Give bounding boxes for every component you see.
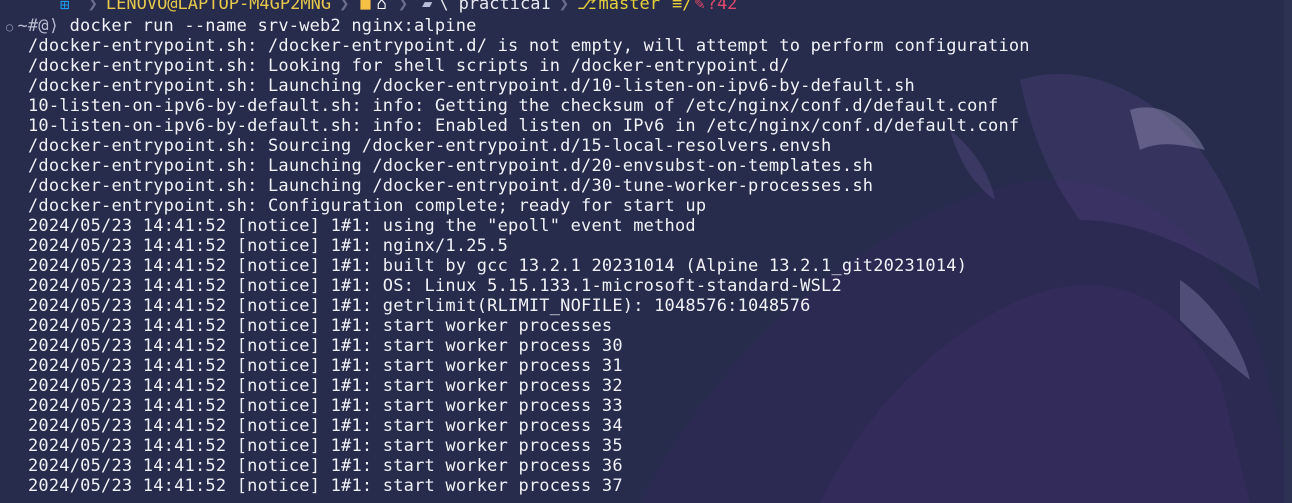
git-status-equal: ≡	[671, 0, 683, 14]
output-line: 10-listen-on-ipv6-by-default.sh: info: E…	[28, 116, 1020, 136]
output-line: 2024/05/23 14:41:52 [notice] 1#1: start …	[28, 376, 623, 396]
output-line: /docker-entrypoint.sh: Launching /docker…	[28, 76, 915, 96]
git-branch: master	[598, 0, 660, 14]
prompt-bar: ⊞ ❯ LENOVO@LAPTOP-M4GP2MNG ❯ ■ ⌂ ❯ ▰ \ p…	[0, 0, 1292, 15]
prompt-ring-icon: ○	[6, 20, 14, 34]
git-untracked-count: ?42	[706, 0, 738, 14]
output-line: 2024/05/23 14:41:52 [notice] 1#1: using …	[28, 216, 696, 236]
prompt-directory: práctica1	[458, 0, 551, 14]
output-line: 2024/05/23 14:41:52 [notice] 1#1: start …	[28, 436, 623, 456]
output-line: 10-listen-on-ipv6-by-default.sh: info: G…	[28, 96, 999, 116]
output-line: 2024/05/23 14:41:52 [notice] 1#1: start …	[28, 456, 623, 476]
output-line: /docker-entrypoint.sh: Sourcing /docker-…	[28, 136, 832, 156]
output-line: 2024/05/23 14:41:52 [notice] 1#1: start …	[28, 316, 613, 336]
output-line: 2024/05/23 14:41:52 [notice] 1#1: start …	[28, 416, 623, 436]
chevron-right-icon: ❯	[339, 0, 350, 14]
windows-icon: ⊞	[60, 0, 70, 14]
prompt-host: LENOVO@LAPTOP-M4GP2MNG	[105, 0, 332, 14]
git-status-separator: /	[682, 0, 693, 14]
output-line: /docker-entrypoint.sh: /docker-entrypoin…	[28, 36, 1030, 56]
folder-icon: ■	[360, 0, 371, 14]
path-separator: \	[438, 0, 449, 14]
output-line: 2024/05/23 14:41:52 [notice] 1#1: nginx/…	[28, 236, 509, 256]
output-line: /docker-entrypoint.sh: Looking for shell…	[28, 56, 790, 76]
chevron-right-icon: ❯	[397, 0, 409, 14]
output-line: 2024/05/23 14:41:52 [notice] 1#1: start …	[28, 476, 623, 496]
home-icon: ⌂	[376, 0, 387, 14]
git-branch-icon: ⎇	[576, 0, 597, 14]
chevron-right-icon: ❯	[558, 0, 569, 14]
output-line: 2024/05/23 14:41:52 [notice] 1#1: start …	[28, 336, 623, 356]
terminal-output[interactable]: ○ ~#@⟩ docker run --name srv-web2 nginx:a…	[0, 16, 1030, 496]
open-folder-icon: ▰	[422, 0, 433, 14]
command-line: ○ ~#@⟩ docker run --name srv-web2 nginx:a…	[0, 16, 1030, 36]
terminal-scrollbar[interactable]	[1284, 0, 1292, 503]
output-line: 2024/05/23 14:41:52 [notice] 1#1: built …	[28, 256, 968, 276]
output-line: 2024/05/23 14:41:52 [notice] 1#1: OS: Li…	[28, 276, 842, 296]
chevron-right-icon: ❯	[87, 0, 98, 14]
output-line: /docker-entrypoint.sh: Launching /docker…	[28, 156, 874, 176]
output-line: 2024/05/23 14:41:52 [notice] 1#1: start …	[28, 396, 623, 416]
command-text: docker run --name srv-web2 nginx:alpine	[69, 16, 477, 36]
output-line: 2024/05/23 14:41:52 [notice] 1#1: getrli…	[28, 296, 811, 316]
edit-icon: ✎	[694, 0, 705, 14]
output-line: /docker-entrypoint.sh: Configuration com…	[28, 196, 707, 216]
output-line: 2024/05/23 14:41:52 [notice] 1#1: start …	[28, 356, 623, 376]
command-prefix: ~#@⟩	[17, 16, 60, 36]
output-line: /docker-entrypoint.sh: Launching /docker…	[28, 176, 874, 196]
